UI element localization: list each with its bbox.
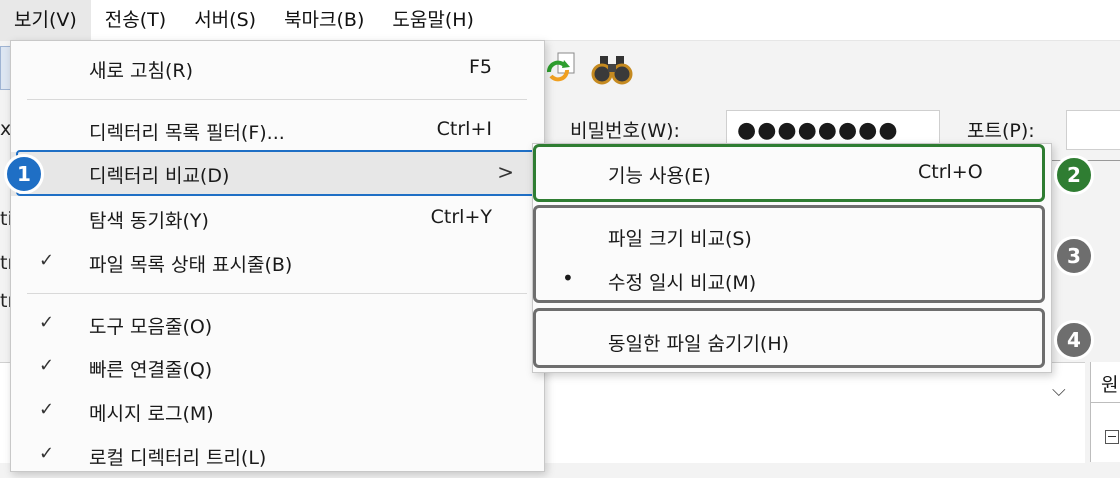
menu-item-quickconnect-bar[interactable]: ✓ 빠른 연결줄(Q) (11, 346, 544, 390)
checkmark-icon: ✓ (39, 399, 55, 420)
menu-bookmarks[interactable]: 북마크(B) (270, 0, 378, 40)
submenu-item-compare-mtime[interactable]: • 수정 일시 비교(M) (562, 266, 908, 298)
menu-item-toolbar[interactable]: ✓ 도구 모음줄(O) (11, 303, 544, 347)
menu-item-directory-compare[interactable]: 디렉터리 비교(D) > (11, 152, 544, 196)
menu-item-shortcut: Ctrl+O (918, 161, 983, 183)
menu-view[interactable]: 보기(V) (0, 0, 91, 40)
menu-item-shortcut: Ctrl+Y (430, 206, 492, 228)
menu-item-label: 디렉터리 목록 필터(F)... (89, 122, 285, 144)
callout-badge-2: 2 (1054, 155, 1094, 195)
menu-item-message-log[interactable]: ✓ 메시지 로그(M) (11, 390, 544, 434)
menu-server[interactable]: 서버(S) (180, 0, 270, 40)
remote-tree-pane: 원 (1090, 362, 1120, 462)
menu-item-label: 도구 모음줄(O) (89, 316, 213, 338)
menu-item-local-dir-tree[interactable]: ✓ 로컬 디렉터리 트리(L) (11, 434, 544, 478)
menu-separator (27, 293, 527, 294)
radio-bullet-icon: • (562, 266, 574, 290)
menu-item-shortcut: Ctrl+I (436, 118, 492, 140)
menu-item-label: 메시지 로그(M) (89, 403, 214, 425)
menu-transfer[interactable]: 전송(T) (91, 0, 180, 40)
password-label: 비밀번호(W): (570, 120, 680, 142)
menu-item-label: 빠른 연결줄(Q) (89, 359, 213, 381)
menu-item-label: 새로 고침(R) (89, 60, 193, 82)
submenu-item-compare-size[interactable]: 파일 크기 비교(S) (608, 224, 908, 254)
tree-collapse-icon[interactable] (1105, 430, 1119, 444)
chevron-down-icon[interactable]: ⌵ (1052, 380, 1066, 401)
menu-item-label: 로컬 디렉터리 트리(L) (89, 447, 267, 469)
column-header-label: 원 (1101, 374, 1119, 396)
menu-item-refresh[interactable]: 새로 고침(R) F5 (11, 47, 544, 91)
menu-item-label: 디렉터리 비교(D) (89, 165, 230, 187)
view-menu: 새로 고침(R) F5 디렉터리 목록 필터(F)... Ctrl+I 디렉터리… (10, 40, 545, 472)
port-input[interactable] (1066, 110, 1120, 150)
menu-item-filelist-statusbar[interactable]: ✓ 파일 목록 상태 표시줄(B) (11, 241, 544, 285)
callout-badge-4: 4 (1054, 320, 1094, 360)
menu-item-label: 기능 사용(E) (608, 165, 711, 187)
submenu-item-hide-identical[interactable]: 동일한 파일 숨기기(H) (608, 329, 948, 359)
submenu-item-enable[interactable]: 기능 사용(E) Ctrl+O (608, 161, 1028, 191)
checkmark-icon: ✓ (39, 250, 55, 271)
menu-item-label: 수정 일시 비교(M) (608, 272, 757, 294)
menu-item-label: 탐색 동기화(Y) (89, 210, 209, 232)
chevron-right-icon: > (497, 160, 514, 184)
refresh-compare-icon[interactable] (540, 50, 580, 90)
callout-badge-1: 1 (4, 154, 44, 194)
menu-help[interactable]: 도움말(H) (378, 0, 488, 40)
menu-item-directory-filter[interactable]: 디렉터리 목록 필터(F)... Ctrl+I (11, 109, 544, 153)
checkmark-icon: ✓ (39, 443, 55, 464)
checkmark-icon: ✓ (39, 355, 55, 376)
column-header[interactable]: 원 (1091, 362, 1120, 403)
menu-item-shortcut: F5 (468, 56, 492, 78)
menu-separator (27, 99, 527, 100)
menu-item-sync-browse[interactable]: 탐색 동기화(Y) Ctrl+Y (11, 197, 544, 241)
callout-badge-3: 3 (1054, 236, 1094, 276)
menu-item-label: 파일 목록 상태 표시줄(B) (89, 254, 293, 276)
port-label: 포트(P): (967, 120, 1035, 142)
checkmark-icon: ✓ (39, 312, 55, 333)
menu-item-label: 파일 크기 비교(S) (608, 228, 752, 250)
menu-item-label: 동일한 파일 숨기기(H) (608, 333, 790, 355)
menu-bar: 보기(V) 전송(T) 서버(S) 북마크(B) 도움말(H) (0, 0, 1120, 41)
binoculars-icon[interactable] (590, 50, 634, 90)
